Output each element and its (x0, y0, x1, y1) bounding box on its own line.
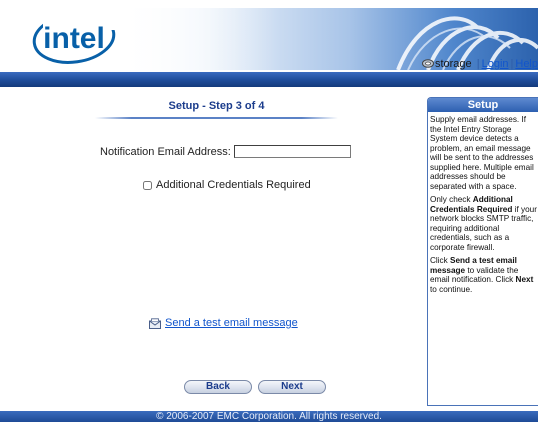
next-button[interactable]: Next (258, 380, 326, 394)
step-title: Setup - Step 3 of 4 (168, 100, 265, 112)
login-link[interactable]: Login (482, 58, 509, 70)
help-sidebar: Setup Supply email addresses. If the Int… (427, 97, 538, 406)
nav-buttons: Back Next (184, 380, 326, 394)
sidebar-paragraph: Supply email addresses. If the Intel Ent… (430, 115, 534, 191)
header-links: storage | Login | Help (421, 57, 538, 71)
test-email-row: Send a test email message (149, 317, 298, 329)
intel-logo: intel (32, 12, 116, 64)
email-row: Notification Email Address: (100, 145, 351, 158)
email-field[interactable] (233, 145, 351, 158)
storage-label: storage (434, 58, 472, 70)
mail-icon[interactable] (149, 317, 161, 329)
header: intel storage | Login | Help (0, 0, 538, 72)
header-blue-bar (0, 72, 538, 87)
footer: © 2006-2007 EMC Corporation. All rights … (0, 411, 538, 422)
sidebar-text: Click (430, 256, 451, 265)
sidebar-title: Setup (428, 98, 538, 112)
back-button[interactable]: Back (184, 380, 252, 394)
email-label: Notification Email Address: (100, 145, 231, 158)
sidebar-body: Supply email addresses. If the Intel Ent… (428, 112, 538, 294)
send-test-email-link[interactable]: Send a test email message (165, 317, 298, 329)
sidebar-text: Only check (430, 195, 473, 204)
sidebar-text: to continue. (430, 284, 473, 294)
sidebar-paragraph: Click Send a test email message to valid… (430, 256, 538, 294)
main-content: Setup - Step 3 of 4 Notification Email A… (0, 87, 426, 407)
logo-text: intel (43, 22, 105, 55)
copyright-text: © 2006-2007 EMC Corporation. All rights … (156, 411, 382, 422)
storage-icon (421, 59, 434, 68)
link-separator: | (476, 58, 480, 70)
credentials-label: Additional Credentials Required (156, 179, 311, 191)
help-link[interactable]: Help (515, 58, 538, 70)
title-divider (95, 117, 338, 119)
credentials-checkbox[interactable] (143, 180, 152, 190)
credentials-row: Additional Credentials Required (143, 179, 311, 191)
sidebar-paragraph: Only check Additional Credentials Requir… (430, 195, 538, 252)
sidebar-bold-text: Next (515, 275, 534, 284)
